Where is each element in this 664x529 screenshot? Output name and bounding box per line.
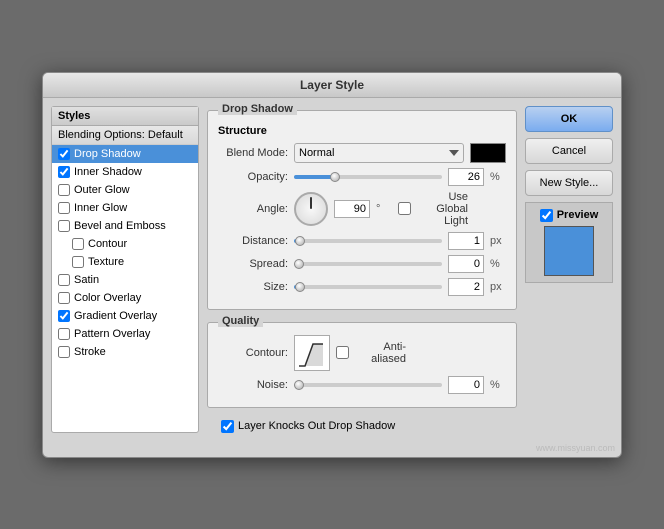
distance-input[interactable] xyxy=(448,232,484,250)
use-global-light-label: Use Global Light xyxy=(398,191,468,227)
preview-label: Preview xyxy=(540,209,599,222)
main-panel: Drop Shadow Structure Blend Mode: Normal xyxy=(207,106,517,433)
right-panel: OK Cancel New Style... Preview xyxy=(525,106,613,433)
drop-shadow-section: Drop Shadow Structure Blend Mode: Normal xyxy=(207,110,517,310)
preview-area: Preview xyxy=(525,202,613,283)
styles-panel-header: Styles xyxy=(52,107,198,126)
layer-knocks-label: Layer Knocks Out Drop Shadow xyxy=(221,420,517,433)
drop-shadow-checkbox[interactable] xyxy=(58,148,70,160)
size-unit: px xyxy=(490,281,506,293)
preview-checkbox[interactable] xyxy=(540,209,553,222)
spread-input[interactable] xyxy=(448,255,484,273)
layer-style-window: Layer Style Styles Blending Options: Def… xyxy=(42,72,622,458)
noise-label: Noise: xyxy=(218,379,288,391)
noise-unit: % xyxy=(490,379,506,391)
contour-thumb[interactable] xyxy=(294,335,330,371)
opacity-slider-wrapper xyxy=(294,171,442,183)
size-label: Size: xyxy=(218,281,288,293)
style-item-bevel-emboss[interactable]: Bevel and Emboss xyxy=(52,217,198,235)
styles-panel: Styles Blending Options: Default Drop Sh… xyxy=(51,106,199,433)
distance-unit: px xyxy=(490,235,506,247)
distance-slider-wrapper xyxy=(294,235,442,247)
opacity-label: Opacity: xyxy=(218,171,288,183)
inner-shadow-checkbox[interactable] xyxy=(58,166,70,178)
stroke-checkbox[interactable] xyxy=(58,346,70,358)
size-slider[interactable] xyxy=(294,285,442,289)
preview-swatch xyxy=(544,226,594,276)
style-item-inner-glow[interactable]: Inner Glow xyxy=(52,199,198,217)
style-item-stroke[interactable]: Stroke xyxy=(52,343,198,361)
angle-unit: ° xyxy=(376,203,392,215)
noise-slider[interactable] xyxy=(294,383,442,387)
color-overlay-checkbox[interactable] xyxy=(58,292,70,304)
quality-legend: Quality xyxy=(218,315,263,327)
spread-row: Spread: % xyxy=(218,255,506,273)
distance-slider[interactable] xyxy=(294,239,442,243)
size-row: Size: px xyxy=(218,278,506,296)
anti-aliased-checkbox[interactable] xyxy=(336,346,349,359)
style-item-satin[interactable]: Satin xyxy=(52,271,198,289)
blend-mode-row: Blend Mode: Normal xyxy=(218,143,506,163)
satin-checkbox[interactable] xyxy=(58,274,70,286)
contour-checkbox[interactable] xyxy=(72,238,84,250)
spread-slider-wrapper xyxy=(294,258,442,270)
size-slider-wrapper xyxy=(294,281,442,293)
spread-label: Spread: xyxy=(218,258,288,270)
titlebar: Layer Style xyxy=(43,73,621,98)
structure-label: Structure xyxy=(218,125,506,137)
blend-mode-label: Blend Mode: xyxy=(218,147,288,159)
style-item-texture[interactable]: Texture xyxy=(52,253,198,271)
opacity-slider[interactable] xyxy=(294,175,442,179)
angle-dial[interactable] xyxy=(294,192,328,226)
cancel-button[interactable]: Cancel xyxy=(525,138,613,164)
opacity-unit: % xyxy=(490,171,506,183)
ok-button[interactable]: OK xyxy=(525,106,613,132)
pattern-overlay-checkbox[interactable] xyxy=(58,328,70,340)
quality-section: Quality Contour: xyxy=(207,322,517,408)
noise-slider-wrapper xyxy=(294,379,442,391)
layer-knocks-row: Layer Knocks Out Drop Shadow xyxy=(207,420,517,433)
style-item-drop-shadow[interactable]: Drop Shadow xyxy=(52,145,198,163)
noise-input[interactable] xyxy=(448,376,484,394)
spread-slider[interactable] xyxy=(294,262,442,266)
texture-checkbox[interactable] xyxy=(72,256,84,268)
angle-row: Angle: ° Use Global Light xyxy=(218,191,506,227)
distance-label: Distance: xyxy=(218,235,288,247)
contour-row: Contour: Anti-aliased xyxy=(218,335,506,371)
style-item-contour[interactable]: Contour xyxy=(52,235,198,253)
contour-label: Contour: xyxy=(218,347,288,359)
opacity-row: Opacity: % xyxy=(218,168,506,186)
style-item-outer-glow[interactable]: Outer Glow xyxy=(52,181,198,199)
watermark: www.missyuan.com xyxy=(43,441,621,457)
outer-glow-checkbox[interactable] xyxy=(58,184,70,196)
layer-knocks-checkbox[interactable] xyxy=(221,420,234,433)
blend-mode-select[interactable]: Normal xyxy=(294,143,464,163)
distance-row: Distance: px xyxy=(218,232,506,250)
drop-shadow-legend: Drop Shadow xyxy=(218,103,297,115)
color-swatch[interactable] xyxy=(470,143,506,163)
angle-input[interactable] xyxy=(334,200,370,218)
blending-options-item[interactable]: Blending Options: Default xyxy=(52,126,198,145)
anti-aliased-label: Anti-aliased xyxy=(336,341,406,365)
gradient-overlay-checkbox[interactable] xyxy=(58,310,70,322)
bevel-emboss-checkbox[interactable] xyxy=(58,220,70,232)
size-input[interactable] xyxy=(448,278,484,296)
spread-unit: % xyxy=(490,258,506,270)
window-title: Layer Style xyxy=(300,78,364,92)
style-item-inner-shadow[interactable]: Inner Shadow xyxy=(52,163,198,181)
new-style-button[interactable]: New Style... xyxy=(525,170,613,196)
style-item-pattern-overlay[interactable]: Pattern Overlay xyxy=(52,325,198,343)
opacity-input[interactable] xyxy=(448,168,484,186)
angle-label: Angle: xyxy=(218,203,288,215)
use-global-light-checkbox[interactable] xyxy=(398,202,411,215)
style-item-color-overlay[interactable]: Color Overlay xyxy=(52,289,198,307)
inner-glow-checkbox[interactable] xyxy=(58,202,70,214)
noise-row: Noise: % xyxy=(218,376,506,394)
style-item-gradient-overlay[interactable]: Gradient Overlay xyxy=(52,307,198,325)
